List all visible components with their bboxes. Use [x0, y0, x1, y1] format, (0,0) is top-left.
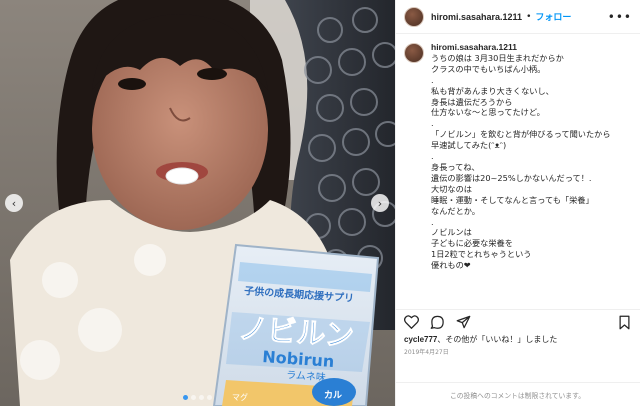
caption-line: なんだとか。	[431, 205, 480, 216]
caption-line: 私も背があんまり大きくないし、	[431, 85, 554, 96]
post-photo: 子供の成長期応援サプリ ノビルン Nobirun ラムネ味 カル マグ ‹ ›	[0, 0, 395, 406]
caption-line: .	[431, 151, 434, 162]
caption-line: .	[431, 74, 434, 85]
caption-line: うちの娘は 3月30日生まれだからか	[431, 52, 564, 63]
caption-body: hiromi.sasahara.1211 うちの娘は 3月30日生まれだからかク…	[431, 42, 611, 307]
comment-icon[interactable]	[430, 315, 445, 329]
caption-line: 身長は遺伝だろうから	[431, 96, 513, 107]
comment-restriction-notice: この投稿へのコメントは制限されています。	[395, 382, 640, 406]
caption-line: .	[431, 216, 434, 227]
next-photo-button[interactable]: ›	[371, 194, 389, 212]
carousel-dot	[191, 395, 196, 400]
caption-avatar[interactable]	[404, 43, 424, 63]
caption-line: クラスの中でもいちばん小柄。	[431, 63, 546, 74]
caption-line: 遺伝の影響は20~25%しかないんだって！.	[431, 172, 592, 183]
caption-line: 1日2粒でとれちゃうという	[431, 249, 532, 260]
caption-line: .	[431, 118, 434, 129]
chevron-left-icon: ‹	[11, 196, 17, 210]
caption-line: ノビルンは	[431, 227, 472, 238]
bookmark-icon[interactable]	[618, 315, 631, 330]
comment-notice-text: この投稿へのコメントは制限されています。	[449, 391, 586, 400]
more-icon[interactable]: •••	[608, 10, 632, 24]
likes-user[interactable]: cycle777	[404, 335, 437, 344]
post-header: hiromi.sasahara.1211 • フォロー •••	[396, 0, 640, 34]
caption-line: 身長ってね、	[431, 161, 480, 172]
caption-line: 子どもに必要な栄養を	[431, 238, 513, 249]
caption-line: 「ノビルン」を飲むと背が伸びるって聞いたから	[431, 129, 611, 140]
caption-line: 優れもの❤	[431, 260, 471, 271]
follow-button[interactable]: フォロー	[535, 10, 571, 23]
header-username[interactable]: hiromi.sasahara.1211	[431, 12, 522, 22]
header-separator: •	[526, 11, 532, 22]
photo-illustration: 子供の成長期応援サプリ ノビルン Nobirun ラムネ味 カル マグ	[0, 0, 395, 406]
likes-text: 、その他が「いいね！」しました	[437, 335, 558, 344]
previous-photo-button[interactable]: ‹	[5, 194, 23, 212]
caption-username[interactable]: hiromi.sasahara.1211	[431, 42, 611, 53]
post-date[interactable]: 2019年4月27日	[395, 345, 640, 356]
carousel-dot	[183, 395, 188, 400]
avatar[interactable]	[404, 6, 424, 27]
caption-line: 仕方ないな〜と思ってたけど。	[431, 107, 545, 118]
caption-line: 睡眠・運動・そしてなんと言っても「栄養」	[431, 194, 594, 205]
carousel-indicator	[0, 395, 395, 400]
carousel-dot	[199, 395, 204, 400]
chevron-right-icon: ›	[377, 196, 383, 210]
post-caption: hiromi.sasahara.1211 うちの娘は 3月30日生まれだからかク…	[404, 42, 636, 307]
action-icons	[395, 310, 640, 334]
likes-line: cycle777、その他が「いいね！」しました	[395, 334, 640, 345]
post-actions-section: cycle777、その他が「いいね！」しました 2019年4月27日	[395, 309, 640, 356]
caption-line: 大切なのは	[431, 183, 472, 194]
caption-line: 早速試してみた(ᵔᴥᵔ)	[431, 140, 507, 151]
heart-icon[interactable]	[404, 315, 419, 329]
share-icon[interactable]	[456, 315, 471, 329]
carousel-dot	[207, 395, 212, 400]
